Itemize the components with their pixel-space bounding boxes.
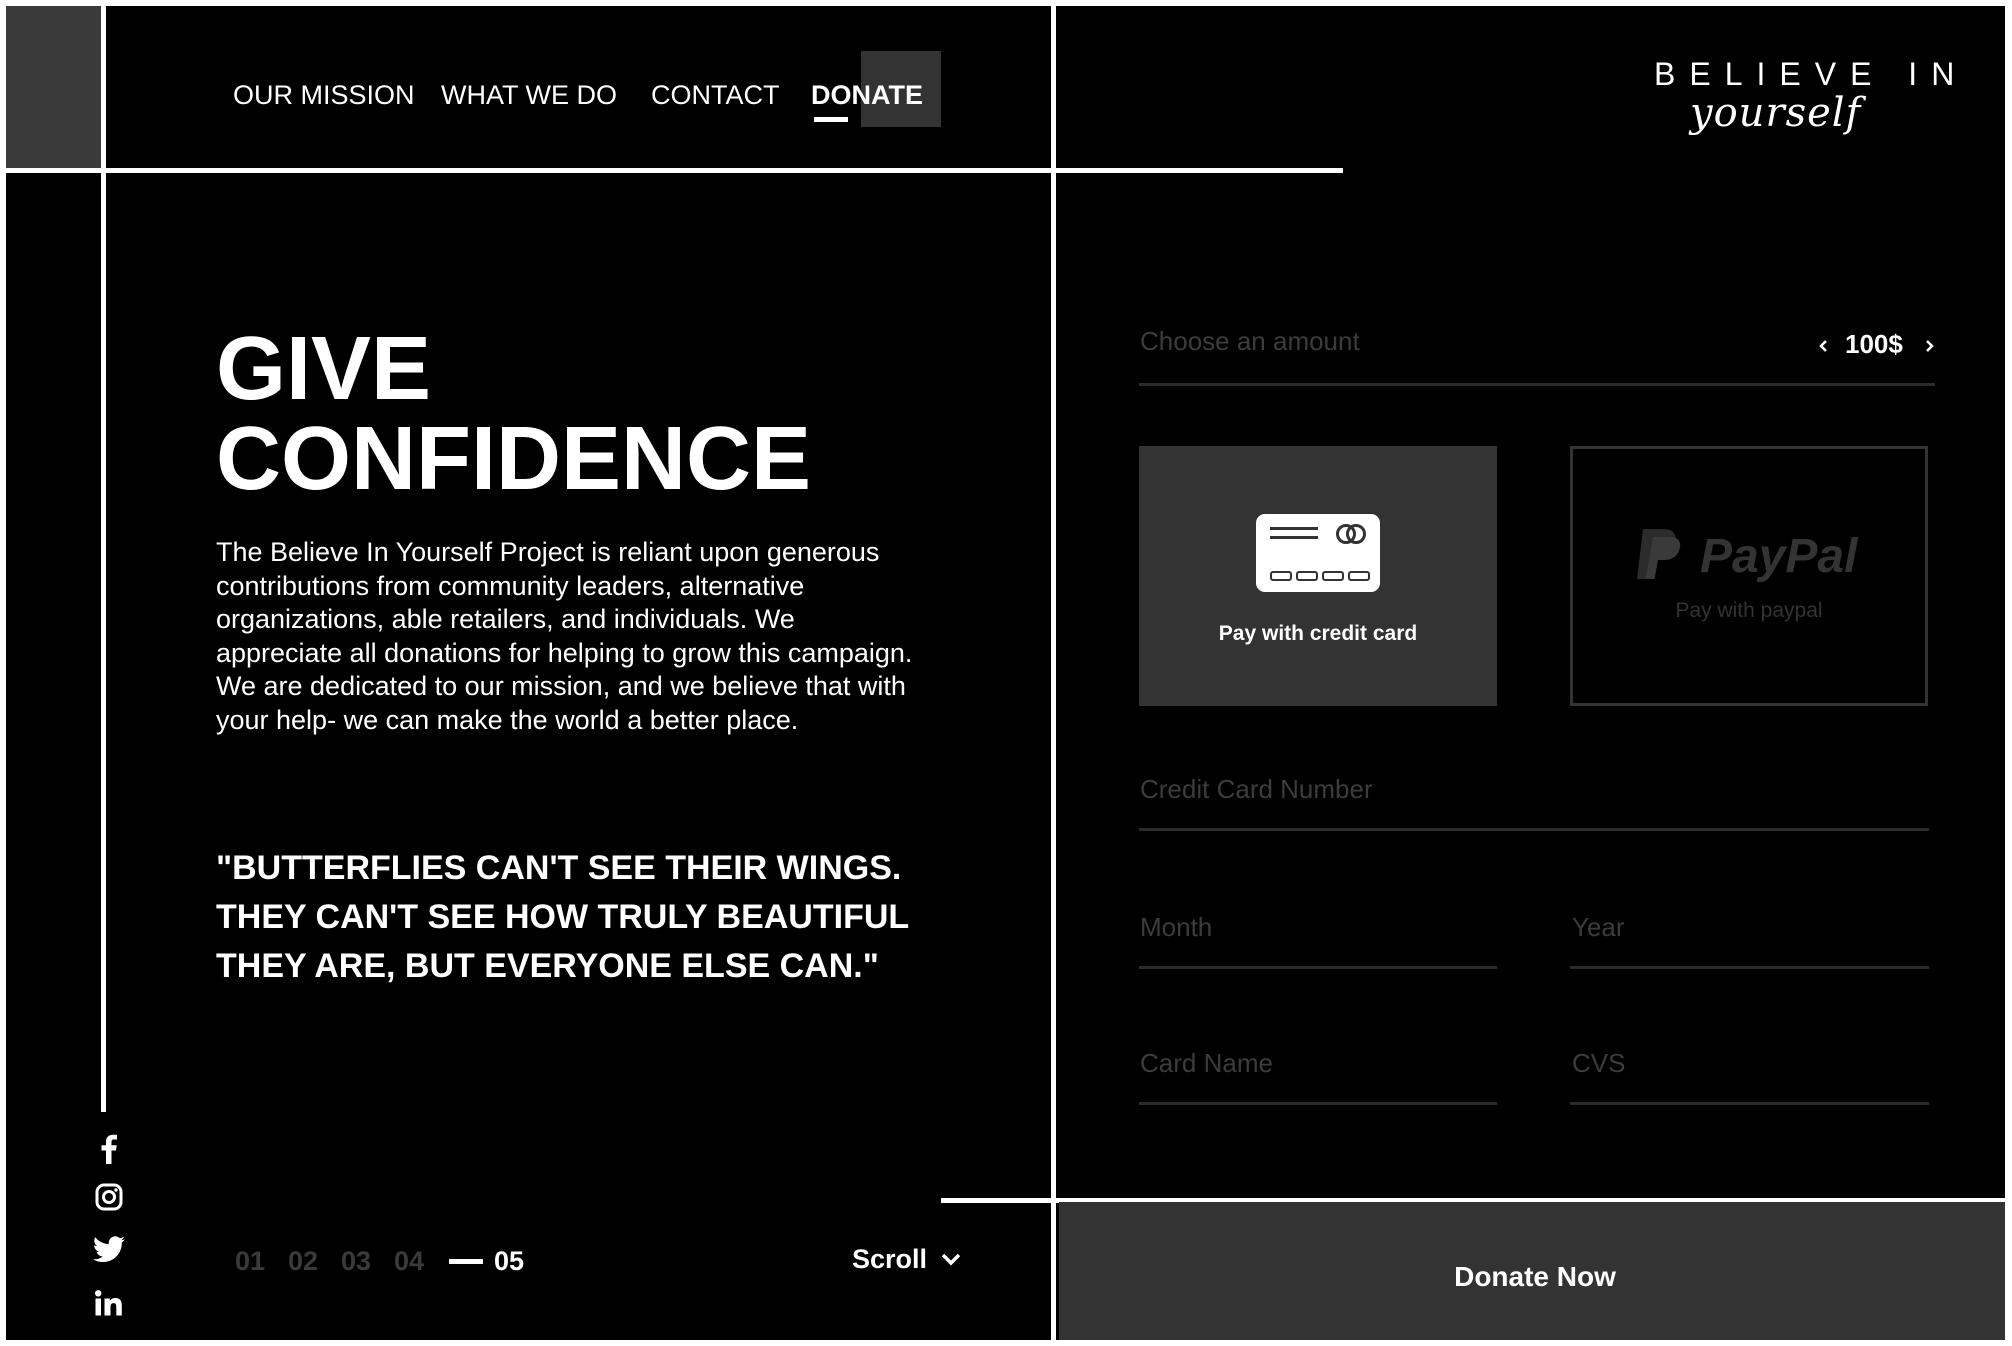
- paypal-icon: [1637, 529, 1681, 579]
- title-line-1: GIVE: [216, 319, 432, 419]
- linkedin-icon[interactable]: [92, 1286, 126, 1320]
- facebook-icon[interactable]: [92, 1132, 126, 1166]
- center-vertical-line: [1051, 6, 1056, 1340]
- hero-quote: "BUTTERFLIES CAN'T SEE THEIR WINGS. THEY…: [216, 849, 909, 985]
- hero-description: The Believe In Yourself Project is relia…: [216, 537, 913, 735]
- corner-block: [6, 6, 102, 168]
- logo-script-text: yourself: [1690, 90, 1862, 136]
- nav-item-what-we-do[interactable]: WHAT WE DO: [441, 80, 617, 111]
- amount-label: Choose an amount: [1140, 326, 1360, 356]
- paypal-option-label: Pay with paypal: [1675, 599, 1823, 622]
- chevron-down-icon: [941, 1253, 961, 1266]
- instagram-icon[interactable]: [92, 1180, 126, 1214]
- header-horizontal-line: [6, 168, 1343, 173]
- donate-now-button[interactable]: Donate Now: [1059, 1202, 2005, 1340]
- month-underline: [1139, 966, 1497, 969]
- card-number-input[interactable]: Credit Card Number: [1140, 774, 1373, 805]
- year-underline: [1570, 966, 1929, 969]
- month-input[interactable]: Month: [1140, 912, 1212, 943]
- pager-item-05[interactable]: 05: [494, 1246, 524, 1277]
- card-name-input[interactable]: Card Name: [1140, 1048, 1273, 1079]
- pager-item-03[interactable]: 03: [341, 1246, 371, 1277]
- chevron-right-icon[interactable]: [1925, 339, 1935, 353]
- nav-item-donate[interactable]: DONATE: [811, 80, 923, 111]
- nav-active-underline: [814, 117, 848, 122]
- card-name-underline: [1139, 1102, 1497, 1105]
- credit-card-icon: [1256, 514, 1380, 592]
- paypal-option[interactable]: PayPal Pay with paypal: [1570, 446, 1928, 706]
- page-frame: OUR MISSION WHAT WE DO CONTACT DONATE BE…: [6, 6, 2005, 1340]
- twitter-icon[interactable]: [92, 1232, 126, 1266]
- chevron-left-icon[interactable]: [1818, 339, 1828, 353]
- credit-card-option-label: Pay with credit card: [1218, 622, 1418, 645]
- page-title: GIVE CONFIDENCE: [216, 324, 811, 504]
- cvs-input[interactable]: CVS: [1572, 1048, 1625, 1079]
- title-line-2: CONFIDENCE: [216, 409, 812, 509]
- pager-item-04[interactable]: 04: [394, 1246, 424, 1277]
- scroll-label: Scroll: [852, 1244, 928, 1274]
- card-number-underline: [1139, 828, 1929, 831]
- nav-item-our-mission[interactable]: OUR MISSION: [233, 80, 415, 111]
- year-input[interactable]: Year: [1572, 912, 1625, 943]
- credit-card-option[interactable]: Pay with credit card: [1139, 446, 1497, 706]
- nav-item-contact[interactable]: CONTACT: [651, 80, 780, 111]
- logo-text: BELIEVE IN: [1654, 56, 1969, 92]
- cvs-underline: [1570, 1102, 1929, 1105]
- pager-item-02[interactable]: 02: [288, 1246, 318, 1277]
- scroll-button[interactable]: Scroll: [852, 1244, 961, 1275]
- pager-item-01[interactable]: 01: [235, 1246, 265, 1277]
- amount-value: 100$: [1845, 329, 1903, 359]
- amount-underline: [1139, 383, 1935, 386]
- paypal-logo-text: PayPal: [1700, 530, 1858, 583]
- pager-current-dash: [449, 1259, 483, 1264]
- donate-now-label: Donate Now: [1454, 1261, 1616, 1292]
